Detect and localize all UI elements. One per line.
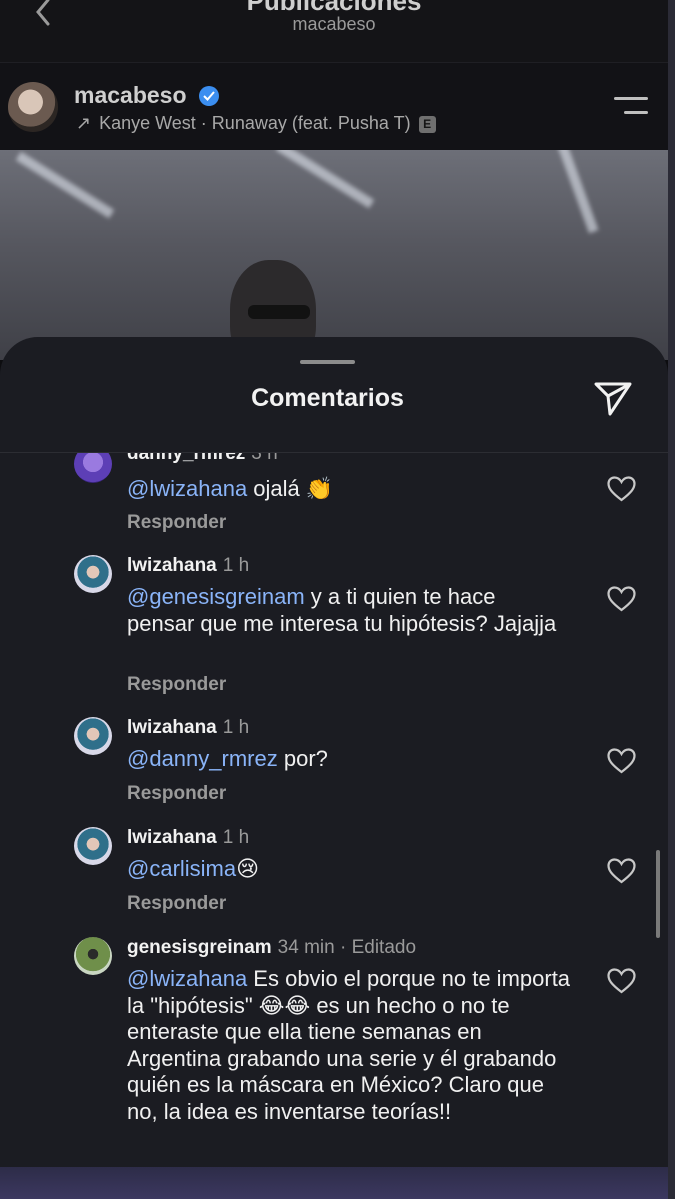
heart-icon[interactable] — [607, 748, 636, 774]
explicit-badge: E — [418, 116, 436, 133]
comment-header: genesisgreinam 34 min · Editado — [127, 937, 416, 959]
comment-username[interactable]: lwizahana — [127, 827, 217, 848]
comment-item: danny_rmrez 3 h @lwizahana ojalá 👏 Respon… — [0, 453, 668, 553]
reply-button[interactable]: Responder — [127, 674, 226, 696]
reply-button[interactable]: Responder — [127, 893, 226, 915]
song-label: Kanye West · Runaway (feat. Pusha T) — [99, 113, 411, 133]
sheet-title: Comentarios — [251, 384, 404, 412]
comment-text: @lwizahana Es obvio el porque no te impo… — [127, 966, 571, 1124]
comment-username[interactable]: lwizahana — [127, 717, 217, 738]
mention-link[interactable]: @genesisgreinam — [127, 584, 305, 609]
mention-link[interactable]: @carlisima — [127, 856, 236, 881]
reply-button[interactable]: Responder — [127, 512, 226, 534]
comment-time: 1 h — [222, 717, 250, 738]
heart-icon[interactable] — [607, 858, 636, 884]
mention-link[interactable]: @danny_rmrez — [127, 746, 278, 771]
comment-time: 34 min · Editado — [277, 937, 417, 958]
reply-button[interactable]: Responder — [127, 783, 226, 805]
audio-arrow-icon: ↗ — [76, 113, 92, 133]
scrollbar[interactable] — [656, 850, 660, 938]
post-username[interactable]: macabeso — [74, 82, 187, 109]
avatar[interactable] — [8, 82, 58, 132]
bottom-strip — [0, 1167, 668, 1199]
avatar[interactable] — [74, 555, 112, 593]
top-bar: Publicaciones macabeso — [0, 0, 668, 62]
comment-header: lwizahana 1 h — [127, 717, 249, 739]
post-photo[interactable] — [0, 150, 668, 360]
heart-icon[interactable] — [607, 586, 636, 612]
comment-item: genesisgreinam 34 min · Editado @lwizahan… — [0, 935, 668, 1167]
comment-header: lwizahana 1 h — [127, 555, 249, 577]
comment-username[interactable]: lwizahana — [127, 555, 217, 576]
mention-link[interactable]: @lwizahana — [127, 476, 247, 501]
heart-icon[interactable] — [607, 476, 636, 502]
avatar[interactable] — [74, 937, 112, 975]
menu-icon[interactable] — [614, 97, 648, 117]
comment-text: @danny_rmrez por? — [127, 746, 328, 771]
comment-item: lwizahana 1 h @danny_rmrez por? Responder — [0, 715, 668, 825]
comment-username[interactable]: danny_rmrez — [127, 453, 245, 464]
comment-header: danny_rmrez 3 h — [127, 453, 278, 465]
avatar[interactable] — [74, 717, 112, 755]
comment-header: lwizahana 1 h — [127, 827, 249, 849]
comment-time: 1 h — [222, 827, 250, 848]
share-icon[interactable] — [594, 380, 632, 418]
page-subtitle: macabeso — [292, 14, 376, 34]
comment-text: @genesisgreinam y a ti quien te hace pen… — [127, 584, 557, 636]
comment-text: @carlisima😢 — [127, 856, 260, 881]
comment-time: 3 h — [251, 453, 278, 464]
comments-list: danny_rmrez 3 h @lwizahana ojalá 👏 Respon… — [0, 453, 668, 1167]
heart-icon[interactable] — [607, 968, 636, 994]
mention-link[interactable]: @lwizahana — [127, 966, 247, 991]
comment-text: @lwizahana ojalá 👏 — [127, 476, 334, 501]
avatar[interactable] — [74, 827, 112, 865]
comment-item: lwizahana 1 h @carlisima😢 Responder — [0, 825, 668, 935]
scroll-edge — [668, 0, 675, 1199]
comment-time: 1 h — [222, 555, 250, 576]
song-link[interactable]: ↗ Kanye West · Runaway (feat. Pusha T) E — [76, 113, 436, 134]
verified-badge-icon — [199, 86, 219, 106]
drag-handle[interactable] — [300, 360, 355, 364]
comment-item: lwizahana 1 h @genesisgreinam y a ti quie… — [0, 553, 668, 713]
comment-username[interactable]: genesisgreinam — [127, 937, 272, 958]
avatar[interactable] — [74, 453, 112, 483]
